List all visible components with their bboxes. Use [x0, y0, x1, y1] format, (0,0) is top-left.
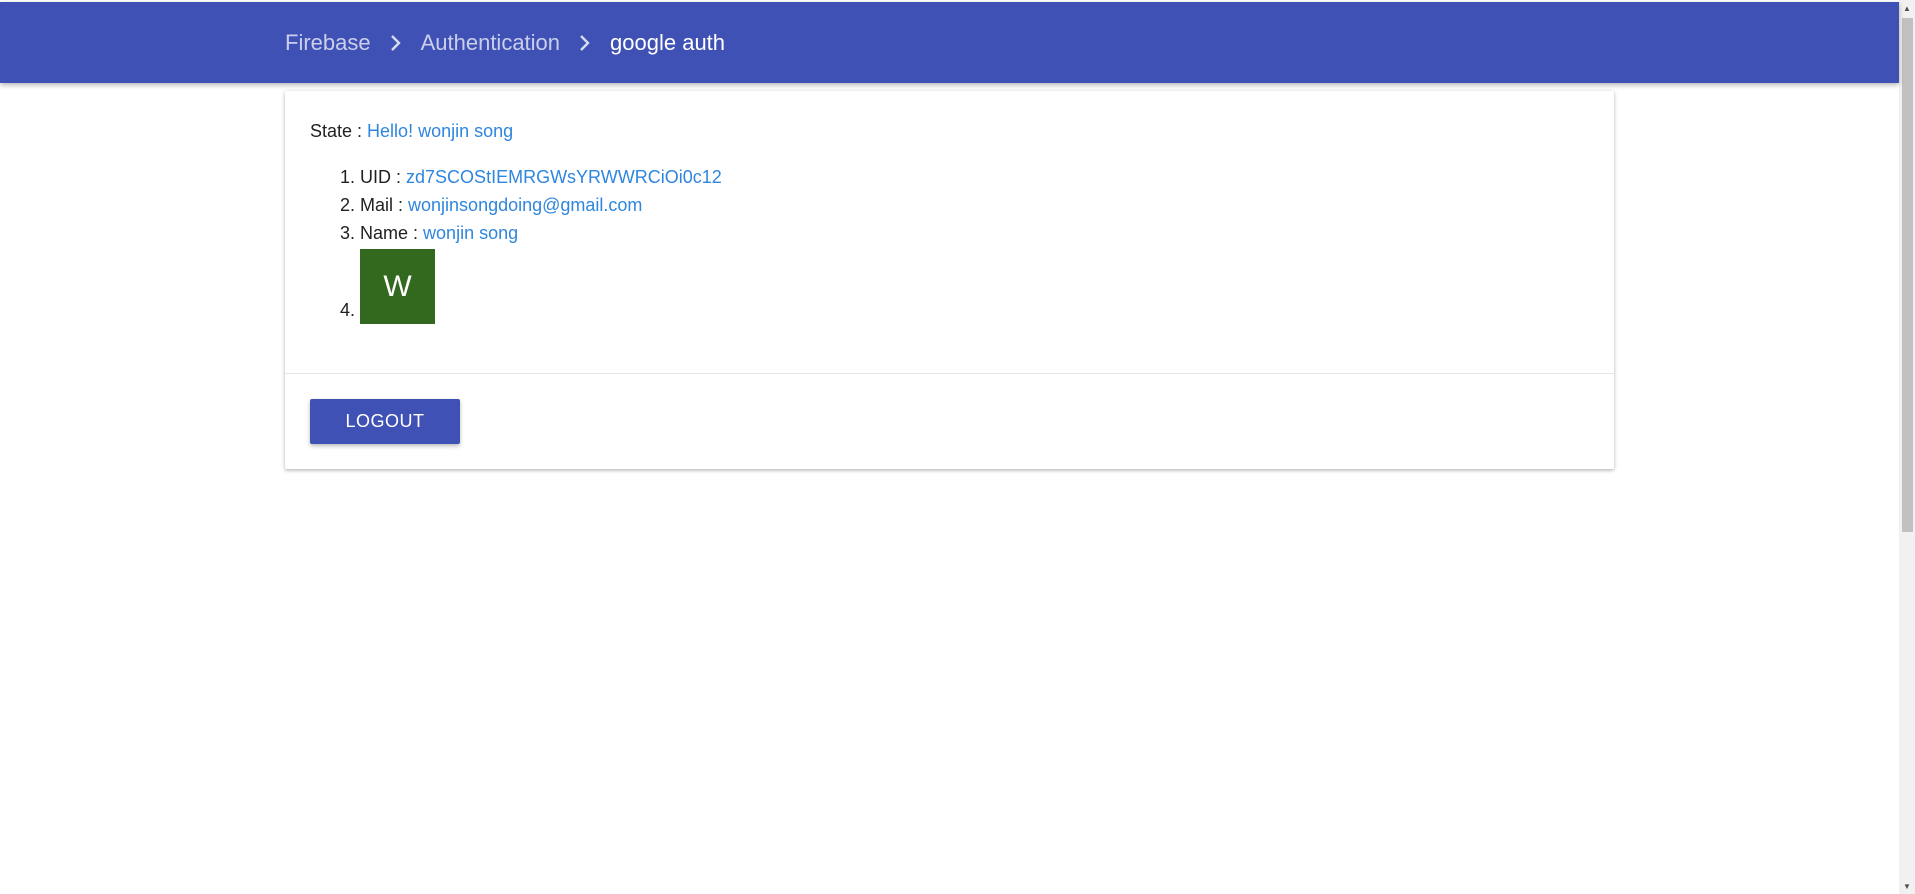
- breadcrumb: Firebase Authentication google auth: [285, 2, 725, 83]
- mail-value: wonjinsongdoing@gmail.com: [408, 195, 643, 215]
- scroll-down-icon[interactable]: ▼: [1899, 878, 1915, 894]
- breadcrumb-authentication[interactable]: Authentication: [421, 30, 560, 56]
- list-item-name: 3. Name : wonjin song: [310, 219, 722, 247]
- card-divider: [285, 373, 1614, 374]
- uid-value: zd7SCOStIEMRGWsYRWWRCiOi0c12: [406, 167, 722, 187]
- state-value: Hello! wonjin song: [367, 121, 514, 141]
- list-item-photo: 4. W: [310, 249, 722, 324]
- uid-label: UID :: [360, 167, 402, 187]
- name-value: wonjin song: [423, 223, 519, 243]
- scrollbar[interactable]: ▲ ▼: [1899, 0, 1915, 894]
- breadcrumb-google-auth: google auth: [610, 29, 726, 55]
- avatar: W: [360, 249, 435, 324]
- chevron-right-icon: [371, 34, 421, 52]
- list-number: 1.: [339, 167, 355, 187]
- list-item-mail: 2. Mail : wonjinsongdoing@gmail.com: [310, 191, 722, 219]
- breadcrumb-firebase[interactable]: Firebase: [285, 30, 371, 56]
- avatar-letter: W: [383, 269, 412, 303]
- state-label: State :: [310, 121, 363, 141]
- list-item-uid: 1. UID : zd7SCOStIEMRGWsYRWWRCiOi0c12: [310, 163, 722, 191]
- user-info-list: 1. UID : zd7SCOStIEMRGWsYRWWRCiOi0c12 2.…: [310, 163, 722, 324]
- state-line: State : Hello! wonjin song: [310, 119, 513, 143]
- list-number: 3.: [339, 223, 355, 243]
- scroll-up-icon[interactable]: ▲: [1899, 0, 1915, 16]
- logout-button[interactable]: LOGOUT: [310, 399, 460, 444]
- auth-card: State : Hello! wonjin song 1. UID : zd7S…: [285, 91, 1614, 469]
- chevron-right-icon: [560, 34, 610, 52]
- name-label: Name :: [360, 223, 419, 243]
- list-number: 4.: [339, 300, 355, 320]
- app-bar: Firebase Authentication google auth: [0, 2, 1899, 83]
- mail-label: Mail :: [360, 195, 404, 215]
- list-number: 2.: [339, 195, 355, 215]
- scroll-thumb[interactable]: [1902, 18, 1913, 532]
